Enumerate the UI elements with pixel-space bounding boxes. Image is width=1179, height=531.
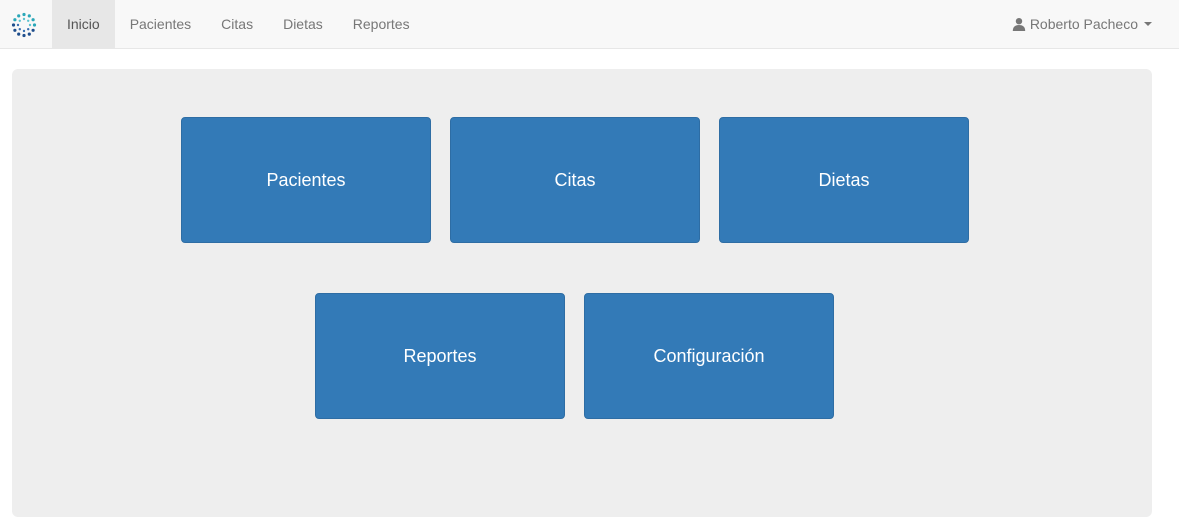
nav-item-citas[interactable]: Citas — [206, 0, 268, 48]
tile-button-reportes[interactable]: Reportes — [315, 293, 565, 419]
nav-item-reportes[interactable]: Reportes — [338, 0, 425, 48]
user-menu-dropdown[interactable]: Roberto Pacheco — [1012, 0, 1152, 48]
main-panel: Pacientes Citas Dietas Reportes Configur… — [12, 69, 1152, 517]
circular-dots-logo-icon — [11, 12, 37, 38]
user-icon — [1012, 18, 1026, 31]
tile-button-pacientes[interactable]: Pacientes — [181, 117, 431, 243]
tile-button-citas[interactable]: Citas — [450, 117, 700, 243]
nav-item-pacientes[interactable]: Pacientes — [115, 0, 206, 48]
user-name: Roberto Pacheco — [1029, 16, 1138, 32]
caret-down-icon — [1144, 22, 1152, 26]
nav-item-dietas[interactable]: Dietas — [268, 0, 338, 48]
main-nav: Inicio Pacientes Citas Dietas Reportes — [52, 0, 425, 48]
tile-button-configuracion[interactable]: Configuración — [584, 293, 834, 419]
nav-item-inicio[interactable]: Inicio — [52, 0, 115, 48]
brand-logo-link[interactable] — [7, 8, 41, 42]
top-navbar: Inicio Pacientes Citas Dietas Reportes R… — [0, 0, 1179, 49]
tile-button-dietas[interactable]: Dietas — [719, 117, 969, 243]
